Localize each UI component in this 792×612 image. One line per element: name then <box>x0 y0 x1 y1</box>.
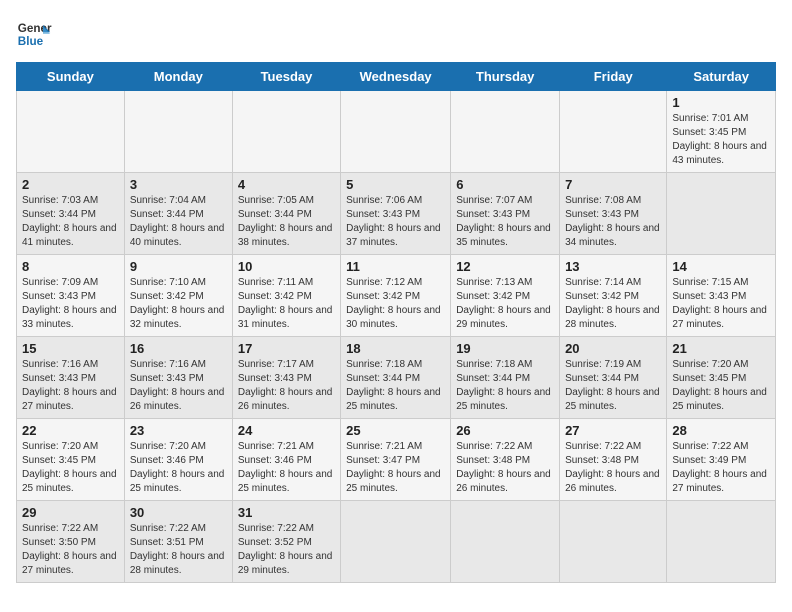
day-cell-22: 22Sunrise: 7:20 AMSunset: 3:45 PMDayligh… <box>17 419 125 501</box>
day-cell-24: 24Sunrise: 7:21 AMSunset: 3:46 PMDayligh… <box>232 419 340 501</box>
empty-cell <box>560 501 667 583</box>
day-cell-18: 18Sunrise: 7:18 AMSunset: 3:44 PMDayligh… <box>341 337 451 419</box>
col-header-friday: Friday <box>560 63 667 91</box>
day-cell-12: 12Sunrise: 7:13 AMSunset: 3:42 PMDayligh… <box>451 255 560 337</box>
day-cell-21: 21Sunrise: 7:20 AMSunset: 3:45 PMDayligh… <box>667 337 776 419</box>
logo: General Blue <box>16 16 52 52</box>
day-cell-19: 19Sunrise: 7:18 AMSunset: 3:44 PMDayligh… <box>451 337 560 419</box>
day-cell-6: 6Sunrise: 7:07 AMSunset: 3:43 PMDaylight… <box>451 173 560 255</box>
day-cell-8: 8Sunrise: 7:09 AMSunset: 3:43 PMDaylight… <box>17 255 125 337</box>
empty-cell <box>560 91 667 173</box>
day-cell-13: 13Sunrise: 7:14 AMSunset: 3:42 PMDayligh… <box>560 255 667 337</box>
day-cell-10: 10Sunrise: 7:11 AMSunset: 3:42 PMDayligh… <box>232 255 340 337</box>
col-header-wednesday: Wednesday <box>341 63 451 91</box>
day-cell-29: 29Sunrise: 7:22 AMSunset: 3:50 PMDayligh… <box>17 501 125 583</box>
day-cell-25: 25Sunrise: 7:21 AMSunset: 3:47 PMDayligh… <box>341 419 451 501</box>
day-cell-4: 4Sunrise: 7:05 AMSunset: 3:44 PMDaylight… <box>232 173 340 255</box>
day-cell-5: 5Sunrise: 7:06 AMSunset: 3:43 PMDaylight… <box>341 173 451 255</box>
day-cell-26: 26Sunrise: 7:22 AMSunset: 3:48 PMDayligh… <box>451 419 560 501</box>
empty-cell <box>341 91 451 173</box>
day-cell-9: 9Sunrise: 7:10 AMSunset: 3:42 PMDaylight… <box>124 255 232 337</box>
svg-text:Blue: Blue <box>18 35 44 48</box>
day-cell-27: 27Sunrise: 7:22 AMSunset: 3:48 PMDayligh… <box>560 419 667 501</box>
col-header-tuesday: Tuesday <box>232 63 340 91</box>
empty-cell <box>341 501 451 583</box>
empty-cell <box>232 91 340 173</box>
day-cell-17: 17Sunrise: 7:17 AMSunset: 3:43 PMDayligh… <box>232 337 340 419</box>
col-header-monday: Monday <box>124 63 232 91</box>
day-cell-3: 3Sunrise: 7:04 AMSunset: 3:44 PMDaylight… <box>124 173 232 255</box>
day-cell-20: 20Sunrise: 7:19 AMSunset: 3:44 PMDayligh… <box>560 337 667 419</box>
day-cell-16: 16Sunrise: 7:16 AMSunset: 3:43 PMDayligh… <box>124 337 232 419</box>
logo-icon: General Blue <box>16 16 52 52</box>
col-header-thursday: Thursday <box>451 63 560 91</box>
day-cell-1: 1Sunrise: 7:01 AMSunset: 3:45 PMDaylight… <box>667 91 776 173</box>
empty-cell <box>124 91 232 173</box>
day-cell-15: 15Sunrise: 7:16 AMSunset: 3:43 PMDayligh… <box>17 337 125 419</box>
day-cell-23: 23Sunrise: 7:20 AMSunset: 3:46 PMDayligh… <box>124 419 232 501</box>
header: General Blue <box>16 16 776 52</box>
day-cell-14: 14Sunrise: 7:15 AMSunset: 3:43 PMDayligh… <box>667 255 776 337</box>
calendar-table: SundayMondayTuesdayWednesdayThursdayFrid… <box>16 62 776 583</box>
day-cell-28: 28Sunrise: 7:22 AMSunset: 3:49 PMDayligh… <box>667 419 776 501</box>
day-cell-7: 7Sunrise: 7:08 AMSunset: 3:43 PMDaylight… <box>560 173 667 255</box>
day-cell-30: 30Sunrise: 7:22 AMSunset: 3:51 PMDayligh… <box>124 501 232 583</box>
col-header-saturday: Saturday <box>667 63 776 91</box>
empty-cell <box>667 501 776 583</box>
day-cell-31: 31Sunrise: 7:22 AMSunset: 3:52 PMDayligh… <box>232 501 340 583</box>
col-header-sunday: Sunday <box>17 63 125 91</box>
empty-cell <box>667 173 776 255</box>
empty-cell <box>451 501 560 583</box>
day-cell-2: 2Sunrise: 7:03 AMSunset: 3:44 PMDaylight… <box>17 173 125 255</box>
day-cell-11: 11Sunrise: 7:12 AMSunset: 3:42 PMDayligh… <box>341 255 451 337</box>
empty-cell <box>451 91 560 173</box>
empty-cell <box>17 91 125 173</box>
